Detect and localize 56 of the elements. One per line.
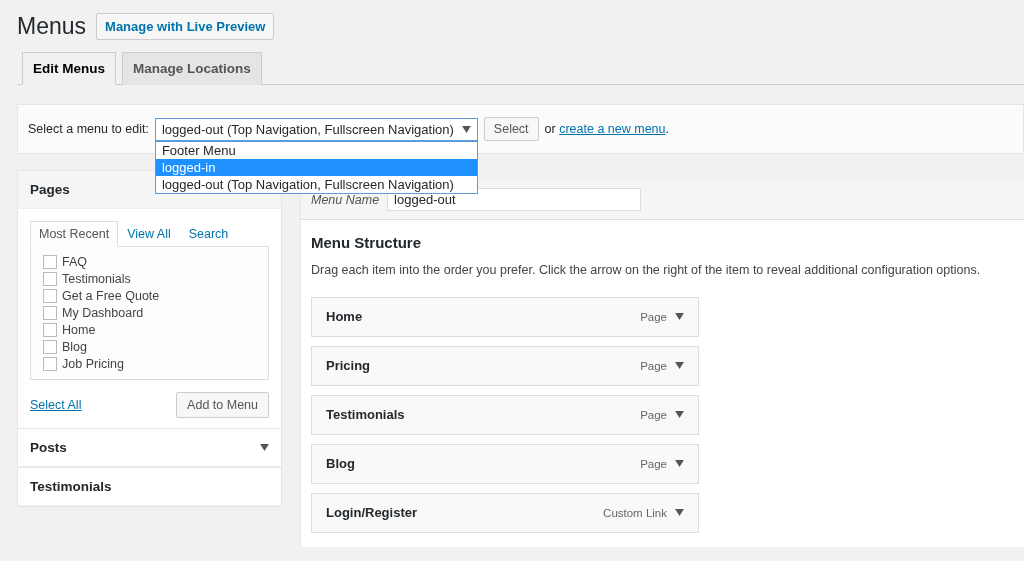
checkbox-label: Testimonials — [62, 272, 131, 286]
checkbox[interactable] — [43, 306, 57, 320]
checkbox[interactable] — [43, 340, 57, 354]
menu-item[interactable]: Login/Register Custom Link — [311, 493, 699, 533]
menu-item[interactable]: Testimonials Page — [311, 395, 699, 435]
caret-icon[interactable] — [675, 509, 684, 516]
create-menu-text: or create a new menu. — [544, 122, 669, 136]
caret-icon[interactable] — [675, 460, 684, 467]
caret-icon — [260, 444, 269, 451]
section-header[interactable]: Posts — [18, 428, 281, 467]
checkbox[interactable] — [43, 357, 57, 371]
checkbox-label: FAQ — [62, 255, 87, 269]
page-title: Menus — [17, 12, 87, 40]
menu-item-title: Pricing — [326, 358, 372, 373]
tab[interactable]: Edit Menus — [22, 52, 116, 85]
checkbox-label: Blog — [62, 340, 88, 354]
menu-item-title: Home — [326, 309, 364, 324]
select-all-link[interactable]: Select All — [30, 398, 82, 412]
menu-item-type: Page — [640, 359, 667, 372]
menu-item-title: Login/Register — [326, 505, 418, 520]
live-preview-button[interactable]: Manage with Live Preview — [96, 12, 275, 40]
caret-icon[interactable] — [675, 313, 684, 320]
section-title: Menu Structure — [311, 234, 422, 251]
checkbox[interactable] — [43, 255, 57, 269]
dropdown-option[interactable]: Footer Menu — [155, 141, 477, 159]
checkbox-label: Home — [62, 323, 96, 337]
caret-icon[interactable] — [675, 411, 684, 418]
menu-item-type: Page — [640, 408, 667, 421]
menu-name-label: Menu Name — [311, 192, 380, 207]
menu-item[interactable]: Home Page — [311, 297, 699, 337]
menu-item[interactable]: Pricing Page — [311, 346, 699, 386]
menu-item-title: Blog — [326, 456, 356, 471]
menu-dropdown[interactable]: logged-out (Top Navigation, Fullscreen Navigation) — [154, 117, 478, 141]
menu-item[interactable]: Blog Page — [311, 444, 699, 484]
tab[interactable]: Manage Locations — [122, 52, 262, 85]
dropdown-arrow-icon — [461, 125, 471, 133]
section-header[interactable]: Testimonials — [18, 467, 281, 506]
checkbox[interactable] — [43, 323, 57, 337]
checkbox-label: Get a Free Quote — [62, 289, 160, 303]
tab[interactable]: Most Recent — [30, 221, 119, 247]
checkbox[interactable] — [43, 289, 57, 303]
add-to-menu-button[interactable]: Add to Menu — [176, 392, 269, 418]
checkbox-label: Job Pricing — [62, 357, 124, 371]
instructions-text: Drag each item into the order you prefer. Click the arrow on the right of the item to reveal additional configuration options. — [311, 263, 982, 277]
select-button[interactable]: Select — [483, 117, 539, 141]
menu-item-type: Custom Link — [603, 506, 667, 519]
tab[interactable]: View All — [118, 221, 180, 247]
menu-item-type: Page — [640, 310, 667, 323]
checkbox[interactable] — [43, 272, 57, 286]
menu-item-title: Testimonials — [326, 407, 406, 422]
caret-icon[interactable] — [675, 362, 684, 369]
select-label: Select a menu to edit: — [28, 122, 149, 136]
tab[interactable]: Search — [179, 221, 238, 247]
checkbox-label: My Dashboard — [62, 306, 144, 320]
menu-item-type: Page — [640, 457, 667, 470]
create-menu-link[interactable]: create a new menu — [559, 122, 666, 136]
